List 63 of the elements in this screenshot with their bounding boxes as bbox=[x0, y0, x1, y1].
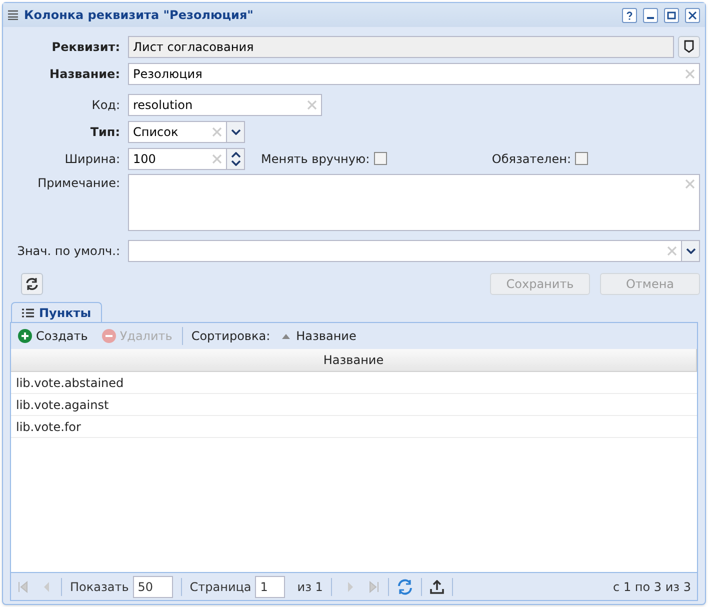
code-field[interactable]: resolution bbox=[128, 94, 322, 116]
field-label: Примечание: bbox=[36, 175, 121, 192]
close-icon bbox=[688, 10, 697, 20]
chevron-down-icon bbox=[686, 248, 696, 254]
table-cell[interactable]: lib.vote.for bbox=[11, 416, 697, 437]
first-page-icon[interactable] bbox=[17, 580, 29, 592]
clear-icon[interactable] bbox=[212, 126, 222, 136]
field-label: Менять вручную: bbox=[261, 150, 370, 168]
field-label: Код: bbox=[90, 96, 121, 114]
upload-icon[interactable] bbox=[430, 580, 444, 594]
clear-icon[interactable] bbox=[212, 154, 222, 164]
clear-icon[interactable] bbox=[307, 100, 317, 110]
window-title: Колонка реквизита "Резолюция" bbox=[24, 7, 254, 24]
help-icon bbox=[625, 10, 634, 20]
tag-icon bbox=[684, 40, 694, 53]
checkbox[interactable] bbox=[575, 152, 588, 165]
checkbox[interactable] bbox=[374, 152, 387, 165]
table-cell[interactable]: lib.vote.against bbox=[11, 394, 697, 415]
column-header[interactable]: Название bbox=[11, 349, 697, 371]
chevron-up-icon bbox=[230, 152, 240, 158]
close-button[interactable] bbox=[685, 8, 700, 22]
note-textarea[interactable] bbox=[128, 174, 700, 231]
refresh-button[interactable] bbox=[21, 273, 43, 295]
refresh-icon bbox=[25, 277, 39, 291]
minimize-icon bbox=[647, 16, 654, 18]
field-label: Название: bbox=[48, 66, 121, 82]
minimize-button[interactable] bbox=[643, 8, 658, 22]
menu-icon[interactable] bbox=[8, 10, 18, 20]
name-field[interactable]: Резолюция bbox=[128, 62, 700, 84]
clear-icon[interactable] bbox=[685, 68, 695, 78]
help-button[interactable] bbox=[622, 8, 637, 22]
sort-label: Сортировка: bbox=[191, 328, 270, 345]
chevron-down-icon bbox=[230, 128, 240, 134]
list-icon bbox=[22, 308, 34, 318]
create-button[interactable]: Создать bbox=[16, 327, 90, 345]
page-label: Страница bbox=[190, 578, 252, 596]
last-page-icon[interactable] bbox=[368, 580, 380, 592]
display-summary: с 1 по 3 из 3 bbox=[613, 578, 691, 596]
sort-ascending-icon bbox=[282, 334, 290, 338]
page-count: из 1 bbox=[297, 578, 323, 596]
plus-icon bbox=[18, 329, 32, 343]
show-label: Показать bbox=[70, 578, 129, 596]
tab[interactable]: Пункты bbox=[11, 302, 102, 322]
type-dropdown[interactable]: Список bbox=[128, 120, 245, 142]
default-value-dropdown[interactable] bbox=[128, 240, 700, 262]
maximize-button[interactable] bbox=[664, 8, 679, 22]
page-field[interactable]: 1 bbox=[255, 576, 286, 598]
select-button[interactable] bbox=[678, 36, 700, 58]
refresh-icon[interactable] bbox=[396, 578, 413, 594]
field-label: Обязателен: bbox=[492, 150, 571, 168]
page-size-field[interactable]: 50 bbox=[132, 576, 173, 598]
chevron-down-icon bbox=[230, 160, 240, 166]
field-label: Ширина: bbox=[64, 150, 121, 168]
field-label: Знач. по умолч.: bbox=[16, 242, 121, 260]
table-cell[interactable]: lib.vote.abstained bbox=[11, 372, 697, 393]
field-label: Тип: bbox=[89, 124, 121, 140]
clear-icon[interactable] bbox=[667, 246, 677, 256]
minus-icon bbox=[102, 329, 116, 343]
clear-icon[interactable] bbox=[685, 179, 695, 189]
maximize-icon bbox=[667, 10, 676, 20]
width-spinner[interactable]: 100 bbox=[128, 148, 245, 170]
field-label: Реквизит: bbox=[50, 38, 121, 56]
sort-button[interactable]: Название bbox=[282, 327, 356, 345]
